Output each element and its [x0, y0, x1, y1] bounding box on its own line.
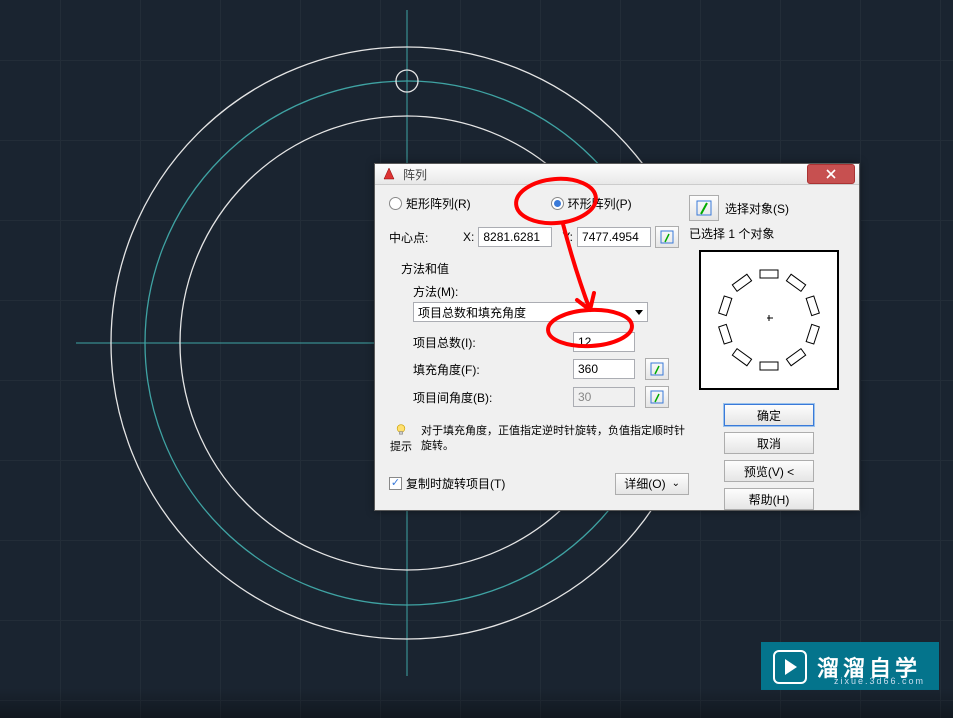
pick-point-icon — [660, 230, 674, 244]
fill-angle-label: 填充角度(F): — [413, 361, 533, 378]
pick-center-button[interactable] — [655, 226, 679, 248]
center-point-label: 中心点: — [389, 229, 443, 246]
radio-polar[interactable] — [551, 197, 564, 210]
chevron-down-icon: ⌄ — [672, 478, 680, 489]
x-label: X: — [463, 230, 474, 244]
help-button-label: 帮助(H) — [749, 491, 790, 508]
objects-selected-text: 已选择 1 个对象 — [689, 225, 774, 242]
cancel-button[interactable]: 取消 — [724, 432, 814, 454]
array-preview — [699, 250, 839, 390]
array-dialog: 阵列 矩形阵列(R) 环形阵列(P) 中心点: X: 8281.6281 Y: … — [374, 163, 860, 511]
method-group-label: 方法和值 — [401, 260, 689, 277]
preview-button[interactable]: 预览(V) < — [724, 460, 814, 482]
pick-fill-angle-button[interactable] — [645, 358, 669, 380]
item-angle-input: 30 — [573, 387, 635, 407]
preview-icon — [701, 252, 837, 388]
total-items-input[interactable]: 12 — [573, 332, 635, 352]
lightbulb-icon — [392, 424, 410, 438]
fill-angle-input[interactable]: 360 — [573, 359, 635, 379]
method-label: 方法(M): — [413, 283, 689, 300]
radio-rectangular-label: 矩形阵列(R) — [406, 195, 471, 212]
pick-item-angle-button[interactable] — [645, 386, 669, 408]
app-icon — [381, 166, 397, 182]
close-icon — [826, 169, 836, 179]
chevron-down-icon — [635, 310, 643, 315]
watermark-sub: zixue.3d66.com — [834, 676, 925, 686]
item-angle-label: 项目间角度(B): — [413, 389, 533, 406]
radio-rectangular[interactable] — [389, 197, 402, 210]
tip-text: 对于填充角度，正值指定逆时针旋转，负值指定顺时针旋转。 — [421, 424, 689, 455]
total-items-label: 项目总数(I): — [413, 334, 533, 351]
help-button[interactable]: 帮助(H) — [724, 488, 814, 510]
cancel-button-label: 取消 — [757, 435, 781, 452]
center-x-input[interactable]: 8281.6281 — [478, 227, 552, 247]
dialog-titlebar[interactable]: 阵列 — [375, 164, 859, 185]
select-objects-button[interactable] — [689, 195, 719, 221]
method-select-value: 项目总数和填充角度 — [418, 304, 526, 321]
rotate-items-checkbox[interactable] — [389, 477, 402, 490]
ok-button[interactable]: 确定 — [724, 404, 814, 426]
pick-point-icon — [650, 362, 664, 376]
details-button[interactable]: 详细(O) ⌄ — [615, 473, 689, 495]
select-objects-icon — [695, 199, 713, 217]
method-select[interactable]: 项目总数和填充角度 — [413, 302, 648, 322]
tip-label: 提示 — [390, 438, 412, 454]
details-button-label: 详细(O) — [624, 475, 665, 492]
watermark: 溜溜自学 zixue.3d66.com — [761, 642, 939, 690]
y-label: Y: — [562, 230, 573, 244]
radio-polar-label: 环形阵列(P) — [568, 195, 632, 212]
bottom-shadow — [0, 688, 953, 718]
rotate-items-label: 复制时旋转项目(T) — [406, 475, 505, 492]
center-y-input[interactable]: 7477.4954 — [577, 227, 651, 247]
dialog-title: 阵列 — [403, 166, 427, 183]
select-objects-label: 选择对象(S) — [725, 200, 789, 217]
ok-button-label: 确定 — [757, 407, 781, 424]
preview-button-label: 预览(V) < — [744, 463, 794, 480]
pick-point-icon — [650, 390, 664, 404]
close-button[interactable] — [807, 164, 855, 184]
play-icon — [773, 650, 807, 684]
tip-container: 提示 — [389, 424, 413, 454]
